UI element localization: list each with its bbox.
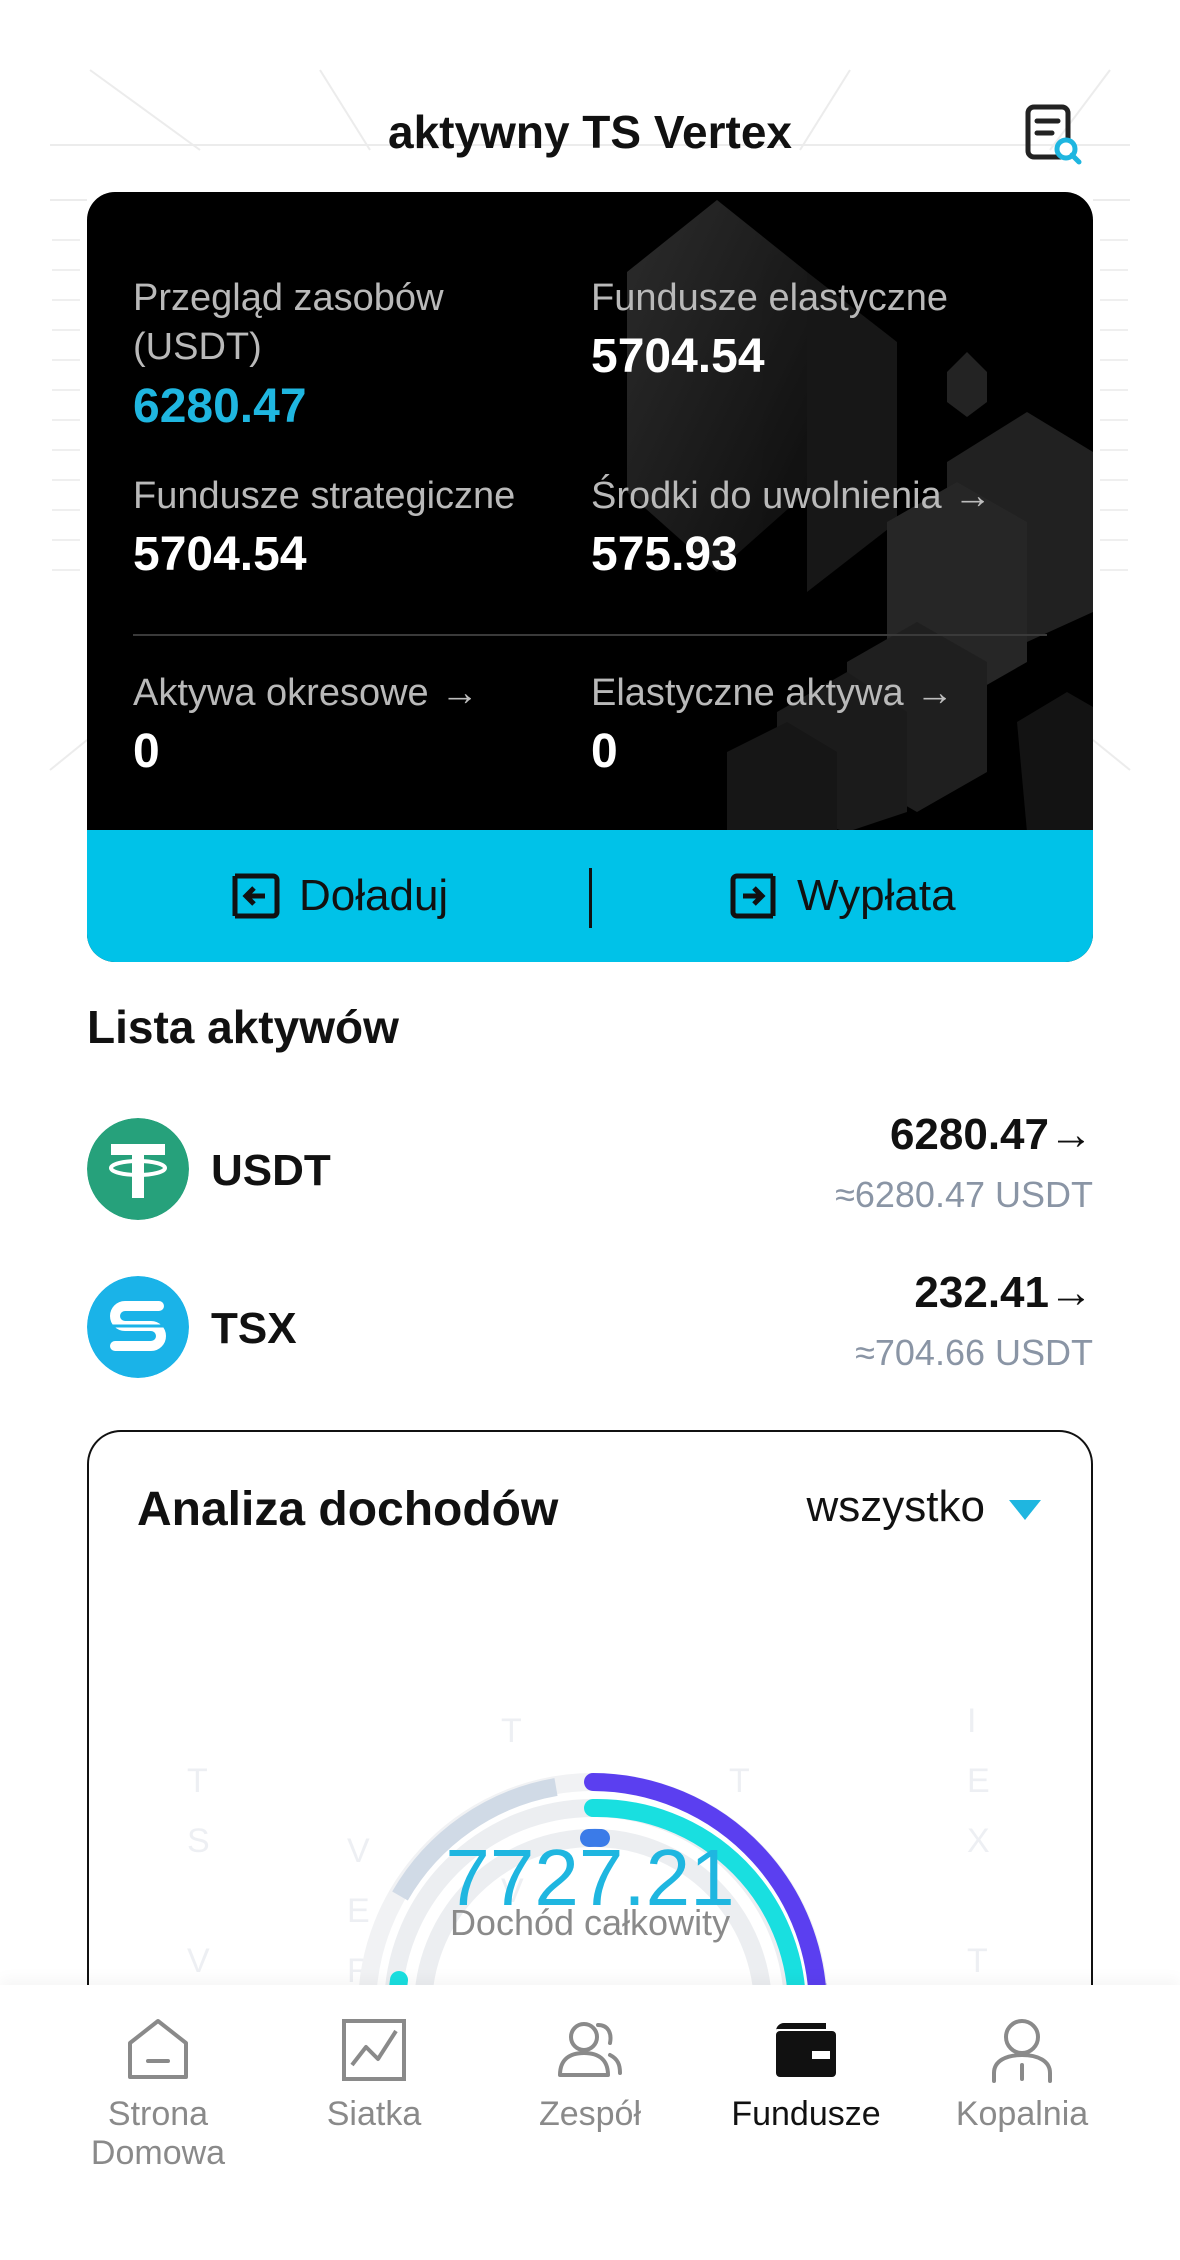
arrow-right-icon: → xyxy=(1049,1268,1093,1317)
period-dropdown[interactable]: wszystko xyxy=(807,1482,1041,1532)
nav-item-mine[interactable]: Kopalnia xyxy=(914,2013,1130,2134)
asset-amount: 232.41 xyxy=(914,1268,1049,1317)
asset-overview-card: Przegląd zasobów (USDT) 6280.47 Fundusze… xyxy=(87,192,1093,962)
stat-strategic-funds: Fundusze strategiczne 5704.54 xyxy=(133,472,515,582)
asset-approx-value: ≈6280.47 USDT xyxy=(835,1174,1093,1215)
deposit-icon xyxy=(232,873,280,919)
svg-text:T: T xyxy=(187,1762,208,1800)
wallet-icon xyxy=(776,2023,836,2077)
team-icon xyxy=(558,2022,622,2077)
nav-label-funds: Fundusze xyxy=(731,2095,881,2133)
total-income-label: Dochód całkowity xyxy=(449,1902,731,1943)
app-header: aktywny TS Vertex xyxy=(0,95,1180,175)
asset-approx-value: ≈704.66 USDT xyxy=(855,1332,1093,1373)
nav-item-home[interactable]: Strona Domowa xyxy=(50,2013,266,2173)
tsx-logo-icon xyxy=(87,1276,189,1378)
svg-text:T: T xyxy=(967,1942,988,1980)
nav-label-home: Strona Domowa xyxy=(90,2095,226,2173)
bottom-navigation: Strona Domowa Siatka Zespół Fundusze Kop… xyxy=(0,1985,1180,2260)
action-divider xyxy=(589,868,592,928)
asset-list-title: Lista aktywów xyxy=(87,1001,399,1053)
flexible-assets-label: Elastyczne aktywa xyxy=(591,672,904,714)
asset-name: USDT xyxy=(211,1146,331,1195)
asset-row-usdt[interactable]: USDT 6280.47→ ≈6280.47 USDT xyxy=(87,1110,1093,1230)
stat-total-assets: Przegląd zasobów (USDT) 6280.47 xyxy=(133,274,513,434)
withdraw-icon xyxy=(730,873,776,919)
deposit-button[interactable]: Doładuj xyxy=(229,830,448,962)
arrow-right-icon: → xyxy=(440,672,479,714)
nav-label-chart: Siatka xyxy=(326,2095,422,2133)
asset-amount: 6280.47 xyxy=(889,1110,1049,1159)
withdraw-button[interactable]: Wypłata xyxy=(727,830,956,962)
total-assets-value: 6280.47 xyxy=(133,379,307,433)
flexible-funds-label: Fundusze elastyczne xyxy=(591,277,948,319)
usdt-logo-icon xyxy=(87,1118,189,1220)
period-value: wszystko xyxy=(806,1482,985,1531)
total-assets-label: Przegląd zasobów (USDT) xyxy=(133,277,444,369)
nav-label-mine: Kopalnia xyxy=(955,2095,1089,2133)
caret-down-icon xyxy=(1009,1500,1041,1520)
releasable-label: Środki do uwolnienia xyxy=(591,475,942,517)
strategic-funds-label: Fundusze strategiczne xyxy=(133,475,516,517)
svg-text:E: E xyxy=(967,1762,990,1800)
nav-label-team: Zespół xyxy=(538,2095,642,2133)
action-bar: Doładuj Wypłata xyxy=(87,830,1093,962)
asset-row-tsx[interactable]: TSX 232.41→ ≈704.66 USDT xyxy=(87,1268,1093,1388)
records-search-icon[interactable] xyxy=(1020,103,1084,167)
stat-flexible-funds: Fundusze elastyczne 5704.54 xyxy=(591,274,948,384)
income-ring-chart: TS VE VER TV T IEX TS xyxy=(187,1702,990,2030)
arrow-right-icon: → xyxy=(953,475,992,517)
nav-item-chart[interactable]: Siatka xyxy=(266,2013,482,2134)
nav-item-team[interactable]: Zespół xyxy=(482,2013,698,2134)
income-analysis-card: Analiza dochodów wszystko TS VE VER TV T… xyxy=(87,1430,1093,2030)
income-analysis-title: Analiza dochodów xyxy=(137,1483,559,1536)
releasable-value: 575.93 xyxy=(591,528,738,582)
home-icon xyxy=(128,2019,188,2079)
chart-icon xyxy=(342,2019,406,2081)
svg-text:I: I xyxy=(967,1702,976,1740)
asset-name: TSX xyxy=(211,1304,297,1353)
flexible-assets-value: 0 xyxy=(591,725,618,779)
svg-text:V: V xyxy=(187,1942,210,1980)
stat-flexible-assets[interactable]: Elastyczne aktywa → 0 xyxy=(591,669,954,779)
strategic-funds-value: 5704.54 xyxy=(133,528,307,582)
user-icon xyxy=(992,2019,1052,2083)
deposit-label: Doładuj xyxy=(299,871,449,920)
card-divider xyxy=(133,634,1047,636)
nav-item-funds[interactable]: Fundusze xyxy=(698,2013,914,2134)
arrow-right-icon: → xyxy=(1049,1110,1093,1159)
flexible-funds-value: 5704.54 xyxy=(591,330,765,384)
svg-text:T: T xyxy=(729,1762,750,1800)
page-title: aktywny TS Vertex xyxy=(388,106,792,158)
stat-releasable-funds[interactable]: Środki do uwolnienia → 575.93 xyxy=(591,472,992,582)
arrow-right-icon: → xyxy=(915,672,954,714)
svg-text:T: T xyxy=(501,1712,522,1750)
withdraw-label: Wypłata xyxy=(797,871,956,920)
stat-periodic-assets[interactable]: Aktywa okresowe → 0 xyxy=(133,669,479,779)
periodic-assets-value: 0 xyxy=(133,725,160,779)
periodic-assets-label: Aktywa okresowe xyxy=(133,672,429,714)
